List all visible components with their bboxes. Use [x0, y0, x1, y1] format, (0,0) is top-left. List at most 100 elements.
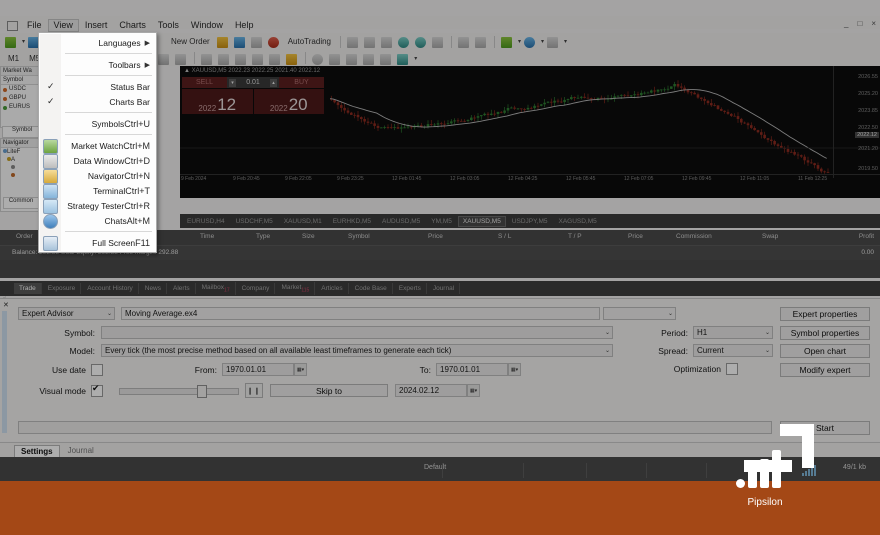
menu-help[interactable]: Help	[229, 19, 260, 32]
horizontal-line-icon[interactable]	[200, 51, 215, 66]
templates-chevron-icon[interactable]: ▾	[564, 38, 567, 45]
menu-charts[interactable]: Charts	[113, 19, 152, 32]
triangle-icon[interactable]	[328, 51, 343, 66]
model-select[interactable]: Every tick (the most precise method base…	[101, 344, 613, 357]
terminal-tab-mailbox[interactable]: Mailbox17	[197, 281, 236, 296]
expert-advisors-icon[interactable]	[233, 34, 248, 49]
market-watch-row[interactable]: GBPU	[1, 94, 43, 103]
fibonacci-icon[interactable]	[251, 51, 266, 66]
chart-tab[interactable]: EURUSD,H4	[182, 216, 230, 227]
autotrading-button[interactable]: AutoTrading	[284, 34, 335, 49]
zoom-in-icon[interactable]	[397, 34, 412, 49]
skip-to-date-field[interactable]: 2024.02.12	[395, 384, 467, 397]
text-icon[interactable]	[268, 51, 283, 66]
navigator-tab-common[interactable]: Common	[3, 197, 39, 209]
pause-button[interactable]: ❙❙	[245, 383, 263, 398]
modify-expert-button[interactable]: Modify expert	[780, 363, 870, 377]
menu-item-toolbars[interactable]: Toolbars ▶	[39, 57, 156, 72]
visual-mode-checkbox[interactable]	[91, 383, 103, 397]
terminal-tab-news[interactable]: News	[140, 283, 168, 294]
visual-speed-slider[interactable]	[119, 385, 239, 398]
maximize-button[interactable]: □	[857, 19, 862, 28]
minimize-button[interactable]: _	[844, 19, 848, 28]
terminal-tab-code-base[interactable]: Code Base	[350, 283, 393, 294]
menu-item-market-watch[interactable]: Market Watch Ctrl+M	[39, 138, 156, 154]
period-m1-button[interactable]: M1	[4, 51, 23, 66]
expert-properties-button[interactable]: Expert properties	[780, 307, 870, 321]
close-icon[interactable]: ✕	[3, 301, 9, 309]
menu-item-status-bar[interactable]: ✓ Status Bar	[39, 79, 156, 94]
timeframes-chevron-icon[interactable]: ▾	[541, 38, 544, 45]
indicators-icon[interactable]	[250, 34, 265, 49]
to-date-picker-icon[interactable]: ▦▾	[508, 363, 521, 376]
menu-item-navigator[interactable]: Navigator Ctrl+N	[39, 168, 156, 184]
close-button[interactable]: ×	[871, 19, 876, 28]
spread-select[interactable]: Current ⌄	[693, 344, 773, 357]
chart-tab[interactable]: AUDUSD,M5	[377, 216, 425, 227]
chart-shift-icon[interactable]	[431, 34, 446, 49]
to-date-field[interactable]: 1970.01.01	[436, 363, 508, 376]
bar-chart-icon[interactable]	[346, 34, 361, 49]
terminal-tab-journal[interactable]: Journal	[428, 283, 461, 294]
tester-tab-settings[interactable]: Settings	[14, 444, 60, 457]
andrews-pitchfork-icon[interactable]	[379, 51, 394, 66]
symbol-select[interactable]: ⌄	[101, 326, 613, 339]
auto-scroll-icon[interactable]	[457, 34, 472, 49]
terminal-tab-company[interactable]: Company	[237, 283, 276, 294]
navigator-account[interactable]: LiteF	[1, 148, 43, 156]
skip-to-button[interactable]: Skip to	[270, 384, 388, 397]
chart-tab[interactable]: YM,M5	[426, 216, 457, 227]
menu-file[interactable]: File	[21, 19, 48, 32]
chevron-down-icon[interactable]: ▾	[22, 38, 25, 45]
new-chart-icon[interactable]	[4, 34, 19, 49]
chart-shift-toggle-icon[interactable]	[474, 34, 489, 49]
metaeditor-icon[interactable]	[216, 34, 231, 49]
open-chart-button[interactable]: Open chart	[780, 344, 870, 358]
crosshair-icon[interactable]	[174, 51, 189, 66]
line-chart-icon[interactable]	[380, 34, 395, 49]
cursor-icon[interactable]	[157, 51, 172, 66]
menu-tools[interactable]: Tools	[152, 19, 185, 32]
menu-item-data-window[interactable]: Data Window Ctrl+D	[39, 153, 156, 169]
chart-tab[interactable]: XAUUSD,M1	[279, 216, 327, 227]
optimization-checkbox[interactable]	[726, 363, 738, 375]
terminal-tab-account-history[interactable]: Account History	[82, 283, 139, 294]
expert-select[interactable]: Moving Average.ex4	[121, 307, 600, 320]
equidistant-channel-icon[interactable]	[234, 51, 249, 66]
indicator-chevron-icon[interactable]: ▾	[518, 38, 521, 45]
terminal-tab-experts[interactable]: Experts	[394, 283, 427, 294]
add-indicator-icon[interactable]	[500, 34, 515, 49]
chart-tab-active[interactable]: XAUUSD,M5	[457, 215, 506, 227]
label-icon[interactable]	[285, 51, 300, 66]
rectangle-icon[interactable]	[345, 51, 360, 66]
menu-window[interactable]: Window	[185, 19, 229, 32]
new-order-button[interactable]: New Order	[167, 34, 214, 49]
from-date-picker-icon[interactable]: ▦▾	[294, 363, 307, 376]
templates-icon[interactable]	[546, 34, 561, 49]
menu-item-chats[interactable]: Chats Alt+M	[39, 213, 156, 229]
market-watch-tab-symbols[interactable]: Symbol	[2, 126, 42, 138]
menu-item-terminal[interactable]: Terminal Ctrl+T	[39, 183, 156, 199]
period-select[interactable]: H1 ⌄	[693, 326, 773, 339]
navigator-node-accounts[interactable]: A	[1, 156, 43, 164]
price-axis[interactable]: 2026.55 2025.20 2023.85 2022.50 2022.12 …	[833, 66, 880, 178]
cycle-lines-icon[interactable]	[362, 51, 377, 66]
use-date-checkbox[interactable]	[91, 363, 103, 376]
expert-dropdown[interactable]: ⌄	[603, 307, 676, 320]
from-date-field[interactable]: 1970.01.01	[222, 363, 294, 376]
menu-item-symbols[interactable]: Symbols Ctrl+U	[39, 116, 156, 131]
arrows-icon[interactable]	[396, 51, 411, 66]
zoom-out-icon[interactable]	[414, 34, 429, 49]
trendline-icon[interactable]	[217, 51, 232, 66]
terminal-tab-exposure[interactable]: Exposure	[43, 283, 82, 294]
skip-to-date-picker-icon[interactable]: ▦▾	[467, 384, 480, 397]
arrows-chevron-icon[interactable]: ▾	[414, 55, 417, 62]
menu-insert[interactable]: Insert	[79, 19, 114, 32]
market-watch-row[interactable]: EURUS	[1, 103, 43, 112]
menu-item-full-screen[interactable]: Full Screen F11	[39, 235, 156, 251]
menu-view[interactable]: View	[47, 18, 79, 32]
terminal-tab-market[interactable]: Market115	[276, 281, 316, 296]
chart-tab[interactable]: EURHKD,M5	[328, 216, 376, 227]
navigator-node-child-2[interactable]	[1, 172, 43, 180]
timeframes-icon[interactable]	[523, 34, 538, 49]
